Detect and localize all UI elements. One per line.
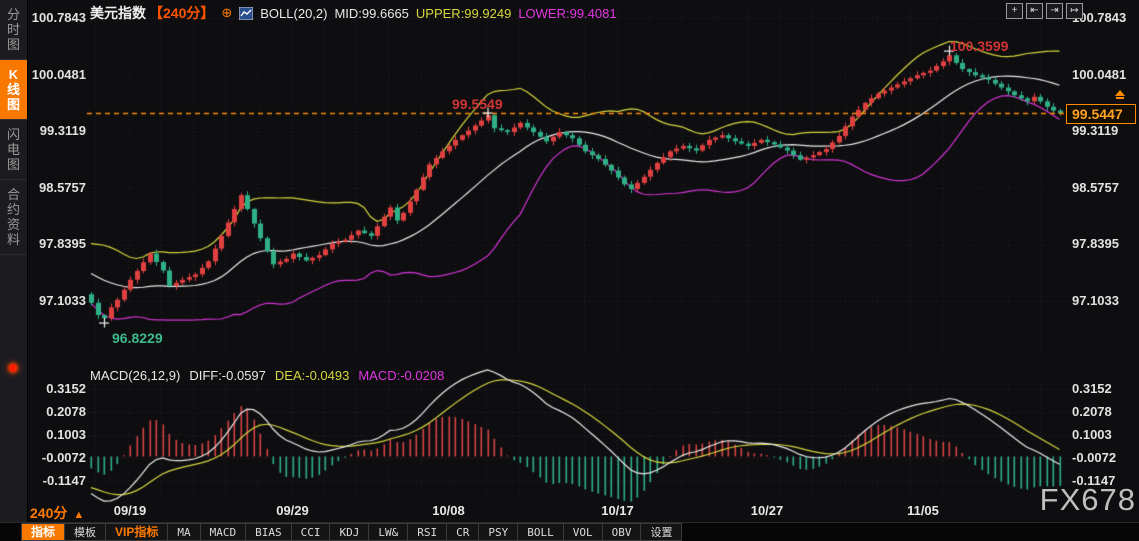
toolbar-item-1[interactable]: 模板 — [65, 523, 107, 541]
watermark: FX678 — [1039, 482, 1136, 517]
symbol-name: 美元指数 — [90, 5, 146, 21]
macd-macd-value: MACD:-0.0208 — [358, 368, 445, 383]
sidebar-tab-2[interactable]: 闪电图 — [0, 120, 27, 180]
macd-dea-value: DEA:-0.0493 — [274, 368, 350, 383]
toolbar-item-3[interactable]: MA — [168, 523, 201, 541]
x-axis-label: 11/05 — [907, 503, 939, 518]
macd-axis-label: -0.0072 — [41, 450, 86, 465]
indicator-toolbar: 指标 模板 VIP指标 MA MACD BIAS CCI KDJ LW& RSI CR PSY BOLL… — [0, 522, 1139, 541]
x-axis-label: 09/19 — [113, 503, 147, 518]
macd-axis-label: 0.2078 — [1072, 404, 1112, 419]
price-axis-label: 99.3119 — [39, 123, 86, 139]
chart-window: 分时图 K线图闪电图合约资料 美元指数 【240分】 ⊕ BOLL(20,2) MID… — [0, 0, 1139, 541]
sidebar-tab-1[interactable]: K线图 — [0, 60, 27, 120]
toolbar-item-12[interactable]: BOLL — [518, 523, 564, 541]
price-axis-label: 97.8395 — [39, 236, 86, 252]
toolbar-item-0[interactable]: 指标 — [21, 523, 66, 541]
macd-axis-label: 0.3152 — [46, 381, 86, 396]
x-axis-label: 10/08 — [432, 503, 465, 518]
price-axis-label: 97.8395 — [1072, 236, 1119, 252]
sidebar-tab-3[interactable]: 合约资料 — [0, 180, 27, 255]
boll-upper-value: UPPER:99.9249 — [415, 5, 512, 21]
chevron-up-icon: ▲ — [73, 509, 85, 521]
annotation-low: 96.8229 — [112, 330, 163, 346]
chart-type-icon[interactable] — [238, 6, 254, 20]
chart-type-sidebar: 分时图 K线图闪电图合约资料 — [0, 0, 28, 522]
macd-title: MACD(26,12,9) — [90, 368, 181, 383]
period-label: 【240分】 — [149, 5, 215, 21]
boll-lower-value: LOWER:99.4081 — [518, 5, 617, 21]
price-axis-label: 99.3119 — [1072, 123, 1119, 139]
annotation-high-1: 99.5549 — [452, 96, 503, 112]
boll-mid-value: MID:99.6665 — [334, 5, 409, 21]
toolbar-item-6[interactable]: CCI — [291, 523, 331, 541]
toolbar-item-8[interactable]: LW& — [369, 523, 409, 541]
price-axis-label: 97.1033 — [1072, 293, 1119, 308]
toolbar-item-14[interactable]: OBV — [602, 523, 642, 541]
annotation-high-2: 100.3599 — [950, 38, 1009, 54]
sidebar-tab-0[interactable]: 分时图 — [0, 0, 27, 60]
toolbar-item-7[interactable]: KDJ — [330, 523, 370, 541]
sidebar-tab-label: 合约资料 — [6, 187, 20, 247]
price-axis-label: 98.5757 — [1072, 179, 1119, 195]
toolbar-item-11[interactable]: PSY — [479, 523, 519, 541]
x-axis-label: 10/17 — [601, 503, 634, 518]
chart-header: 美元指数 【240分】 ⊕ BOLL(20,2) MID:99.6665 UPPER… — [90, 4, 617, 22]
chart-tool-icons: + ⇤ ⇥ ↦ — [1006, 3, 1083, 19]
toolbar-item-9[interactable]: RSI — [408, 523, 448, 541]
macd-axis-label: 0.1003 — [1072, 427, 1112, 442]
macd-diff-value: DIFF:-0.0597 — [189, 368, 266, 383]
boll-indicator-label: BOLL(20,2) — [260, 5, 328, 21]
toolbar-item-5[interactable]: BIAS — [246, 523, 292, 541]
price-axis-label: 100.0481 — [31, 66, 86, 82]
toolbar-item-10[interactable]: CR — [447, 523, 480, 541]
macd-axis-label: 0.2078 — [46, 404, 86, 419]
price-axis-label: 98.5757 — [39, 179, 86, 195]
pan-icon[interactable]: + — [1006, 3, 1023, 19]
macd-axis-label: -0.1147 — [42, 473, 86, 488]
x-axis-label: 10/27 — [750, 503, 784, 518]
macd-header: MACD(26,12,9) DIFF:-0.0597 DEA:-0.0493 M… — [90, 368, 444, 383]
period-selector[interactable]: 240分 ▲ — [30, 503, 84, 523]
add-indicator-icon[interactable]: ⊕ — [221, 5, 232, 21]
alert-indicator-icon[interactable] — [9, 364, 17, 372]
x-axis-label: 09/29 — [276, 503, 309, 518]
fit-left-icon[interactable]: ⇤ — [1026, 3, 1043, 19]
price-axis-label: 97.1033 — [39, 293, 86, 308]
macd-axis-label: 0.3152 — [1072, 381, 1112, 396]
macd-axis-label: 0.1003 — [46, 427, 86, 442]
sidebar-tab-label: 分时图 — [6, 7, 20, 52]
macd-axis-label: -0.0072 — [1072, 450, 1117, 465]
fit-right-icon[interactable]: ⇥ — [1046, 3, 1063, 19]
shift-right-icon[interactable]: ↦ — [1066, 3, 1083, 19]
toolbar-item-13[interactable]: VOL — [563, 523, 603, 541]
toolbar-item-15[interactable]: 设置 — [641, 523, 683, 541]
price-axis-label: 100.7843 — [31, 10, 86, 25]
sidebar-tab-label: K线图 — [6, 67, 20, 112]
toolbar-item-2[interactable]: VIP指标 — [106, 523, 169, 541]
toolbar-item-4[interactable]: MACD — [200, 523, 247, 541]
price-alert-icon[interactable] — [1114, 89, 1126, 102]
price-axis-label: 100.0481 — [1072, 66, 1127, 82]
last-price-tag: 99.5447 — [1066, 103, 1136, 124]
sidebar-tab-label: 闪电图 — [6, 127, 20, 172]
candlestick-chart-canvas[interactable] — [27, 0, 1139, 522]
